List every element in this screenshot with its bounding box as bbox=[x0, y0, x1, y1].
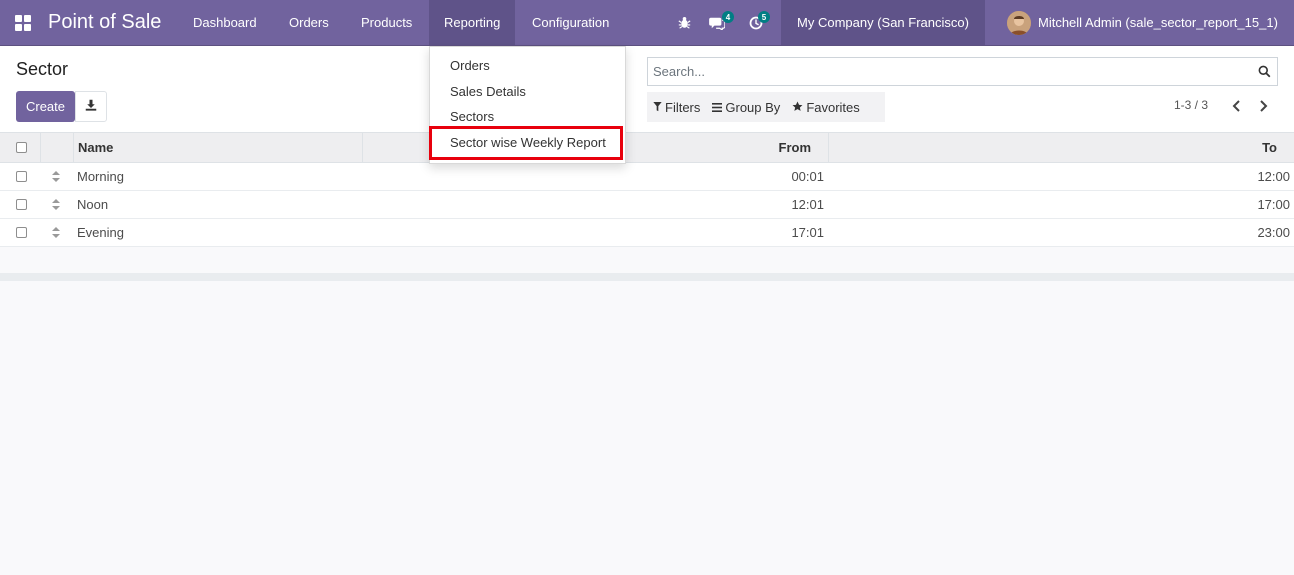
table-row[interactable]: Morning 00:01 12:00 bbox=[0, 163, 1294, 191]
pager-value[interactable]: 1-3 / 3 bbox=[1174, 98, 1208, 112]
filter-funnel-icon bbox=[653, 100, 662, 115]
pager-previous-chevron-left-icon[interactable] bbox=[1229, 98, 1243, 114]
row-name: Noon bbox=[77, 197, 109, 212]
messages-count-badge: 4 bbox=[722, 11, 734, 23]
group-by-button[interactable]: Group By bbox=[706, 100, 786, 115]
export-download-button[interactable] bbox=[75, 91, 107, 122]
user-menu[interactable]: Mitchell Admin (sale_sector_report_15_1) bbox=[1038, 0, 1278, 45]
menu-products[interactable]: Products bbox=[346, 0, 427, 45]
favorites-label: Favorites bbox=[806, 99, 860, 115]
column-header-name[interactable]: Name bbox=[78, 133, 113, 162]
menu-dashboard[interactable]: Dashboard bbox=[178, 0, 272, 45]
drag-handle-sort-icon[interactable] bbox=[52, 191, 60, 218]
table-row[interactable]: Noon 12:01 17:00 bbox=[0, 191, 1294, 219]
star-icon bbox=[792, 100, 803, 115]
sector-list-table: Name From To Morning 00:01 12:00 Noon 12… bbox=[0, 133, 1294, 247]
group-by-label: Group By bbox=[725, 99, 781, 115]
group-by-bars-icon bbox=[712, 100, 723, 115]
dropdown-item-sales-details[interactable]: Sales Details bbox=[450, 84, 526, 99]
search-bar bbox=[647, 57, 1278, 86]
menu-configuration[interactable]: Configuration bbox=[517, 0, 624, 45]
control-panel: Sector Create Filters Group By Favorites… bbox=[0, 46, 1294, 133]
highlight-box-annotation bbox=[429, 126, 623, 160]
search-input[interactable] bbox=[653, 64, 1251, 79]
column-separator bbox=[73, 133, 74, 163]
column-header-from[interactable]: From bbox=[779, 133, 812, 162]
row-checkbox[interactable] bbox=[16, 163, 27, 190]
app-title[interactable]: Point of Sale bbox=[48, 0, 161, 45]
column-separator bbox=[828, 133, 829, 163]
table-header: Name From To bbox=[0, 133, 1294, 163]
messages-chat-icon[interactable] bbox=[709, 0, 725, 45]
debug-bug-icon[interactable] bbox=[678, 0, 691, 45]
row-checkbox[interactable] bbox=[16, 219, 27, 246]
filters-button[interactable]: Filters bbox=[647, 100, 706, 115]
menu-orders[interactable]: Orders bbox=[274, 0, 344, 45]
column-separator bbox=[40, 133, 41, 163]
select-all-checkbox[interactable] bbox=[16, 133, 27, 162]
dropdown-item-sectors[interactable]: Sectors bbox=[450, 109, 494, 124]
column-separator bbox=[362, 133, 363, 163]
menu-reporting[interactable]: Reporting bbox=[429, 0, 516, 45]
row-from: 00:01 bbox=[791, 169, 824, 184]
row-to: 23:00 bbox=[1257, 225, 1290, 240]
drag-handle-sort-icon[interactable] bbox=[52, 163, 60, 190]
row-to: 12:00 bbox=[1257, 169, 1290, 184]
row-to: 17:00 bbox=[1257, 197, 1290, 212]
filters-label: Filters bbox=[665, 99, 701, 115]
download-icon bbox=[85, 99, 97, 114]
company-switcher[interactable]: My Company (San Francisco) bbox=[781, 0, 985, 45]
row-checkbox[interactable] bbox=[16, 191, 27, 218]
table-row[interactable]: Evening 17:01 23:00 bbox=[0, 219, 1294, 247]
search-icon[interactable] bbox=[1251, 58, 1277, 85]
apps-menu-icon[interactable] bbox=[15, 0, 33, 45]
column-header-to[interactable]: To bbox=[1262, 133, 1277, 162]
search-options-bar: Filters Group By Favorites bbox=[647, 92, 885, 122]
pager-next-chevron-right-icon[interactable] bbox=[1256, 98, 1270, 114]
page-title: Sector bbox=[16, 59, 69, 79]
activities-count-badge: 5 bbox=[758, 11, 770, 23]
drag-handle-sort-icon[interactable] bbox=[52, 219, 60, 246]
row-from: 12:01 bbox=[791, 197, 824, 212]
favorites-button[interactable]: Favorites bbox=[786, 100, 865, 115]
table-footer-bar bbox=[0, 273, 1294, 281]
row-from: 17:01 bbox=[791, 225, 824, 240]
top-navbar: Point of Sale Dashboard Orders Products … bbox=[0, 0, 1294, 46]
row-name: Evening bbox=[77, 225, 124, 240]
user-avatar[interactable] bbox=[1007, 11, 1031, 35]
dropdown-item-orders[interactable]: Orders bbox=[450, 58, 490, 73]
create-button[interactable]: Create bbox=[16, 91, 75, 122]
row-name: Morning bbox=[77, 169, 124, 184]
